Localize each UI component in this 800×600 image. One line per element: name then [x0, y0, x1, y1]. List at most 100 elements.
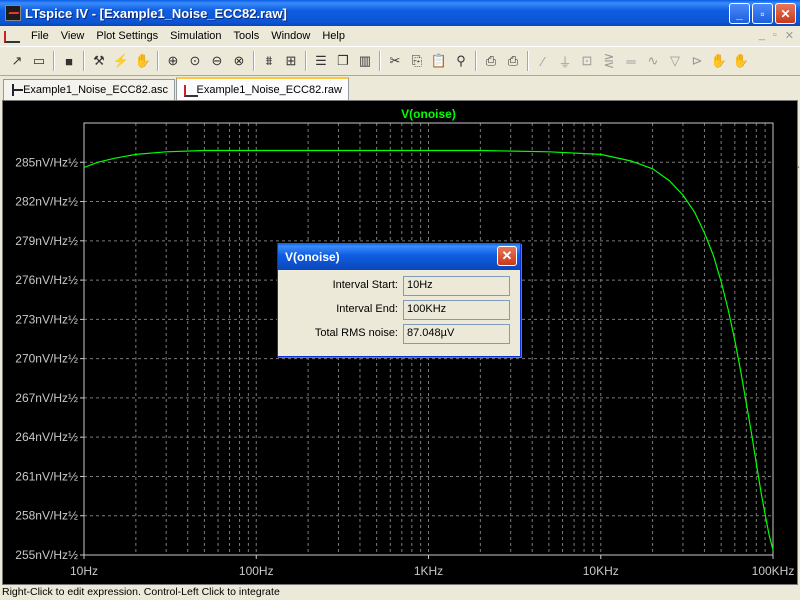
x-tick-label: 100Hz [239, 564, 274, 578]
y-tick-label: 267nV/Hz½ [15, 391, 78, 405]
zoom-back-icon[interactable]: ⊙ [184, 50, 206, 72]
ltspice-app-icon[interactable] [5, 5, 21, 21]
menu-view[interactable]: View [55, 30, 91, 42]
print-icon[interactable]: ⎙ [502, 50, 524, 72]
tab-schematic[interactable]: Example1_Noise_ECC82.asc [3, 79, 175, 100]
run-icon[interactable]: ⚡ [110, 50, 132, 72]
toolbar-separator [527, 51, 529, 71]
toolbar-separator [53, 51, 55, 71]
menu-plot-settings[interactable]: Plot Settings [90, 30, 164, 42]
status-bar: Right-Click to edit expression. Control-… [0, 585, 800, 600]
x-tick-label: 10KHz [583, 564, 619, 578]
y-tick-label: 273nV/Hz½ [15, 312, 78, 326]
toolbar-separator [253, 51, 255, 71]
resistor-icon[interactable]: ⋛ [598, 50, 620, 72]
open-folder-icon[interactable]: ▭ [28, 50, 50, 72]
interval-start-field[interactable]: 10Hz [403, 276, 510, 296]
interval-end-label: Interval End: [336, 303, 398, 315]
mdi-minimize-icon[interactable]: _ [759, 29, 765, 42]
y-tick-label: 282nV/Hz½ [15, 195, 78, 209]
window-controls: _ ▫ ✕ [729, 3, 796, 24]
menu-bar: File View Plot Settings Simulation Tools… [0, 26, 800, 45]
y-axis-ticks: 285nV/Hz½ 282nV/Hz½ 279nV/Hz½ 276nV/Hz½ 273n… [15, 155, 84, 562]
toolbar: ↗ ▭ ■ ⚒ ⚡ ✋ ⊕ ⊙ ⊖ ⊗ ⩩ ⊞ ☰ ❐ ▥ ✂ ⎘ 📋 ⚲ ⎙ … [0, 46, 800, 76]
total-rms-field[interactable]: 87.048µV [403, 324, 510, 344]
label-icon[interactable]: ⊡ [576, 50, 598, 72]
interval-end-row: Interval End: 100KHz [278, 300, 522, 320]
print-preview-icon[interactable]: ⎙ [480, 50, 502, 72]
inductor-icon[interactable]: ∿ [642, 50, 664, 72]
zoom-out-icon[interactable]: ⊖ [206, 50, 228, 72]
toolbar-separator [475, 51, 477, 71]
toolbar-separator [83, 51, 85, 71]
tab-waveform[interactable]: Example1_Noise_ECC82.raw [176, 77, 349, 100]
x-tick-label: 100KHz [752, 564, 795, 578]
fit-icon[interactable]: ⊞ [280, 50, 302, 72]
copy-icon[interactable]: ⎘ [406, 50, 428, 72]
wire-icon[interactable]: ∕ [532, 50, 554, 72]
y-tick-label: 264nV/Hz½ [15, 430, 78, 444]
close-button[interactable]: ✕ [775, 3, 796, 24]
waveform-icon [183, 84, 200, 97]
menu-window[interactable]: Window [265, 30, 316, 42]
halt-icon[interactable]: ✋ [132, 50, 154, 72]
mdi-close-icon[interactable]: ✕ [785, 29, 794, 42]
document-tabs: Example1_Noise_ECC82.asc Example1_Noise_… [0, 77, 800, 174]
paste-icon[interactable]: 📋 [428, 50, 450, 72]
maximize-button[interactable]: ▫ [752, 3, 773, 24]
find-icon[interactable]: ⚲ [450, 50, 472, 72]
dialog-close-button[interactable]: ✕ [497, 246, 517, 266]
y-tick-label: 279nV/Hz½ [15, 234, 78, 248]
toolbar-separator [157, 51, 159, 71]
mdi-controls: _ ▫ ✕ [759, 29, 794, 42]
interval-start-label: Interval Start: [332, 279, 398, 291]
schematic-icon [10, 84, 24, 96]
move-icon[interactable]: ✋ [708, 50, 730, 72]
total-rms-label: Total RMS noise: [314, 327, 398, 339]
menu-help[interactable]: Help [316, 30, 351, 42]
y-tick-label: 285nV/Hz½ [15, 155, 78, 169]
zoom-cancel-icon[interactable]: ⊗ [228, 50, 250, 72]
window-title: LTspice IV - [Example1_Noise_ECC82.raw] [25, 5, 287, 21]
component-icon[interactable]: ⊳ [686, 50, 708, 72]
menu-tools[interactable]: Tools [228, 30, 266, 42]
autorange-icon[interactable]: ⩩ [258, 50, 280, 72]
x-axis-ticks: 10Hz 100Hz 1KHz 10KHz 100KHz [70, 555, 794, 578]
drag-icon[interactable]: ✋ [730, 50, 752, 72]
cut-icon[interactable]: ✂ [384, 50, 406, 72]
y-tick-label: 258nV/Hz½ [15, 509, 78, 523]
tile-vertical-icon[interactable]: ▥ [354, 50, 376, 72]
y-tick-label: 270nV/Hz½ [15, 352, 78, 366]
y-tick-label: 276nV/Hz½ [15, 273, 78, 287]
toolbar-separator [379, 51, 381, 71]
save-icon[interactable]: ■ [58, 50, 80, 72]
minimize-button[interactable]: _ [729, 3, 750, 24]
total-rms-row: Total RMS noise: 87.048µV [278, 324, 522, 344]
x-tick-label: 10Hz [70, 564, 98, 578]
capacitor-icon[interactable]: ═ [620, 50, 642, 72]
toolbar-separator [305, 51, 307, 71]
menu-simulation[interactable]: Simulation [164, 30, 227, 42]
interval-start-row: Interval Start: 10Hz [278, 276, 522, 296]
tile-horizontal-icon[interactable]: ☰ [310, 50, 332, 72]
open-icon[interactable]: ↗ [6, 50, 28, 72]
tab-schematic-label: Example1_Noise_ECC82.asc [23, 84, 168, 96]
interval-end-field[interactable]: 100KHz [403, 300, 510, 320]
rms-noise-dialog: V(onoise) ✕ Interval Start: 10Hz Interva… [277, 243, 521, 357]
y-tick-label: 261nV/Hz½ [15, 469, 78, 483]
ground-icon[interactable]: ⏚ [554, 50, 576, 72]
waveform-doc-icon[interactable] [3, 29, 21, 43]
title-bar: LTspice IV - [Example1_Noise_ECC82.raw] … [0, 0, 800, 26]
y-tick-label: 255nV/Hz½ [15, 548, 78, 562]
trace-title[interactable]: V(onoise) [401, 107, 456, 121]
x-tick-label: 1KHz [414, 564, 443, 578]
control-panel-icon[interactable]: ⚒ [88, 50, 110, 72]
dialog-title-bar[interactable]: V(onoise) [278, 243, 520, 270]
tab-waveform-label: Example1_Noise_ECC82.raw [196, 83, 342, 96]
diode-icon[interactable]: ▽ [664, 50, 686, 72]
menu-file[interactable]: File [25, 30, 55, 42]
cascade-icon[interactable]: ❐ [332, 50, 354, 72]
zoom-in-icon[interactable]: ⊕ [162, 50, 184, 72]
dialog-title: V(onoise) [285, 249, 340, 264]
mdi-restore-icon[interactable]: ▫ [773, 29, 777, 42]
